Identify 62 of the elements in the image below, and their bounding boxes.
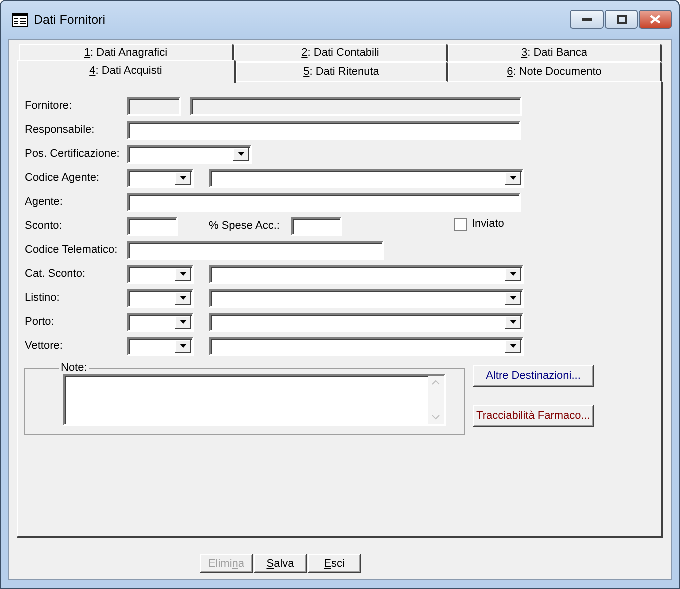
form-icon: [12, 13, 28, 27]
field-label: Vettore:: [25, 340, 64, 352]
field-label: Responsabile:: [25, 124, 96, 136]
close-button[interactable]: [639, 10, 672, 29]
scrollbar[interactable]: [428, 376, 444, 424]
dropdown-arrow-icon: [510, 272, 516, 276]
field-label: Listino:: [25, 292, 61, 304]
tab[interactable]: 3: Dati Banca: [448, 44, 662, 62]
field-label: Agente:: [25, 196, 64, 208]
dropdown-field[interactable]: [127, 264, 194, 284]
dropdown-field[interactable]: [209, 312, 524, 332]
field-label: % Spese Acc.:: [209, 220, 281, 232]
dialog-button[interactable]: Esci: [308, 554, 361, 573]
dropdown-arrow-icon: [510, 296, 516, 300]
dropdown-field[interactable]: [127, 144, 252, 164]
dropdown-field[interactable]: [127, 312, 194, 332]
close-icon: [650, 15, 661, 24]
maximize-icon: [616, 15, 626, 24]
field-label: Cat. Sconto:: [25, 268, 87, 280]
window-title: Dati Fornitori: [34, 13, 107, 27]
text-field[interactable]: [127, 192, 521, 212]
tab[interactable]: 5: Dati Ritenuta: [236, 62, 448, 82]
inviato-checkbox[interactable]: Inviato: [454, 218, 504, 230]
dropdown-arrow-icon: [180, 296, 186, 300]
dropdown-field[interactable]: [209, 288, 524, 308]
dropdown-field[interactable]: [209, 168, 524, 188]
field-label: Fornitore:: [25, 100, 74, 112]
dropdown-field[interactable]: [127, 336, 194, 356]
dropdown-field[interactable]: [127, 288, 194, 308]
tab[interactable]: 2: Dati Contabili: [234, 44, 448, 62]
dialog-button[interactable]: Salva: [254, 554, 307, 573]
text-field[interactable]: [127, 120, 521, 140]
field-label: Codice Telematico:: [25, 244, 119, 256]
minimize-button[interactable]: [570, 10, 604, 29]
dropdown-arrow-icon: [180, 272, 186, 276]
dropdown-field[interactable]: [127, 168, 194, 188]
field-label: Pos. Certificazione:: [25, 148, 121, 160]
dropdown-arrow-icon: [510, 176, 516, 180]
maximize-button[interactable]: [605, 10, 638, 29]
note-field[interactable]: [63, 374, 446, 426]
field-label: Porto:: [25, 316, 56, 328]
group-label: Note:: [60, 362, 88, 374]
tab[interactable]: 6: Note Documento: [448, 62, 662, 82]
discount-field[interactable]: [127, 216, 178, 236]
scroll-up-icon: [432, 380, 440, 385]
field-label: Sconto:: [25, 220, 64, 232]
field-label: Codice Agente:: [25, 172, 101, 184]
expense-field[interactable]: [291, 216, 342, 236]
dropdown-arrow-icon: [180, 176, 186, 180]
dropdown-arrow-icon: [238, 152, 244, 156]
dropdown-field[interactable]: [209, 336, 524, 356]
dropdown-arrow-icon: [510, 320, 516, 324]
text-field[interactable]: [127, 240, 384, 260]
tab[interactable]: 4: Dati Acquisti: [17, 60, 236, 83]
dropdown-arrow-icon: [180, 320, 186, 324]
dropdown-arrow-icon: [180, 344, 186, 348]
action-button[interactable]: Tracciabilità Farmaco...: [473, 405, 594, 427]
scroll-down-icon: [432, 415, 440, 420]
action-button[interactable]: Altre Destinazioni...: [473, 365, 594, 387]
minimize-icon: [582, 18, 592, 22]
dropdown-arrow-icon: [510, 344, 516, 348]
dropdown-field[interactable]: [209, 264, 524, 284]
